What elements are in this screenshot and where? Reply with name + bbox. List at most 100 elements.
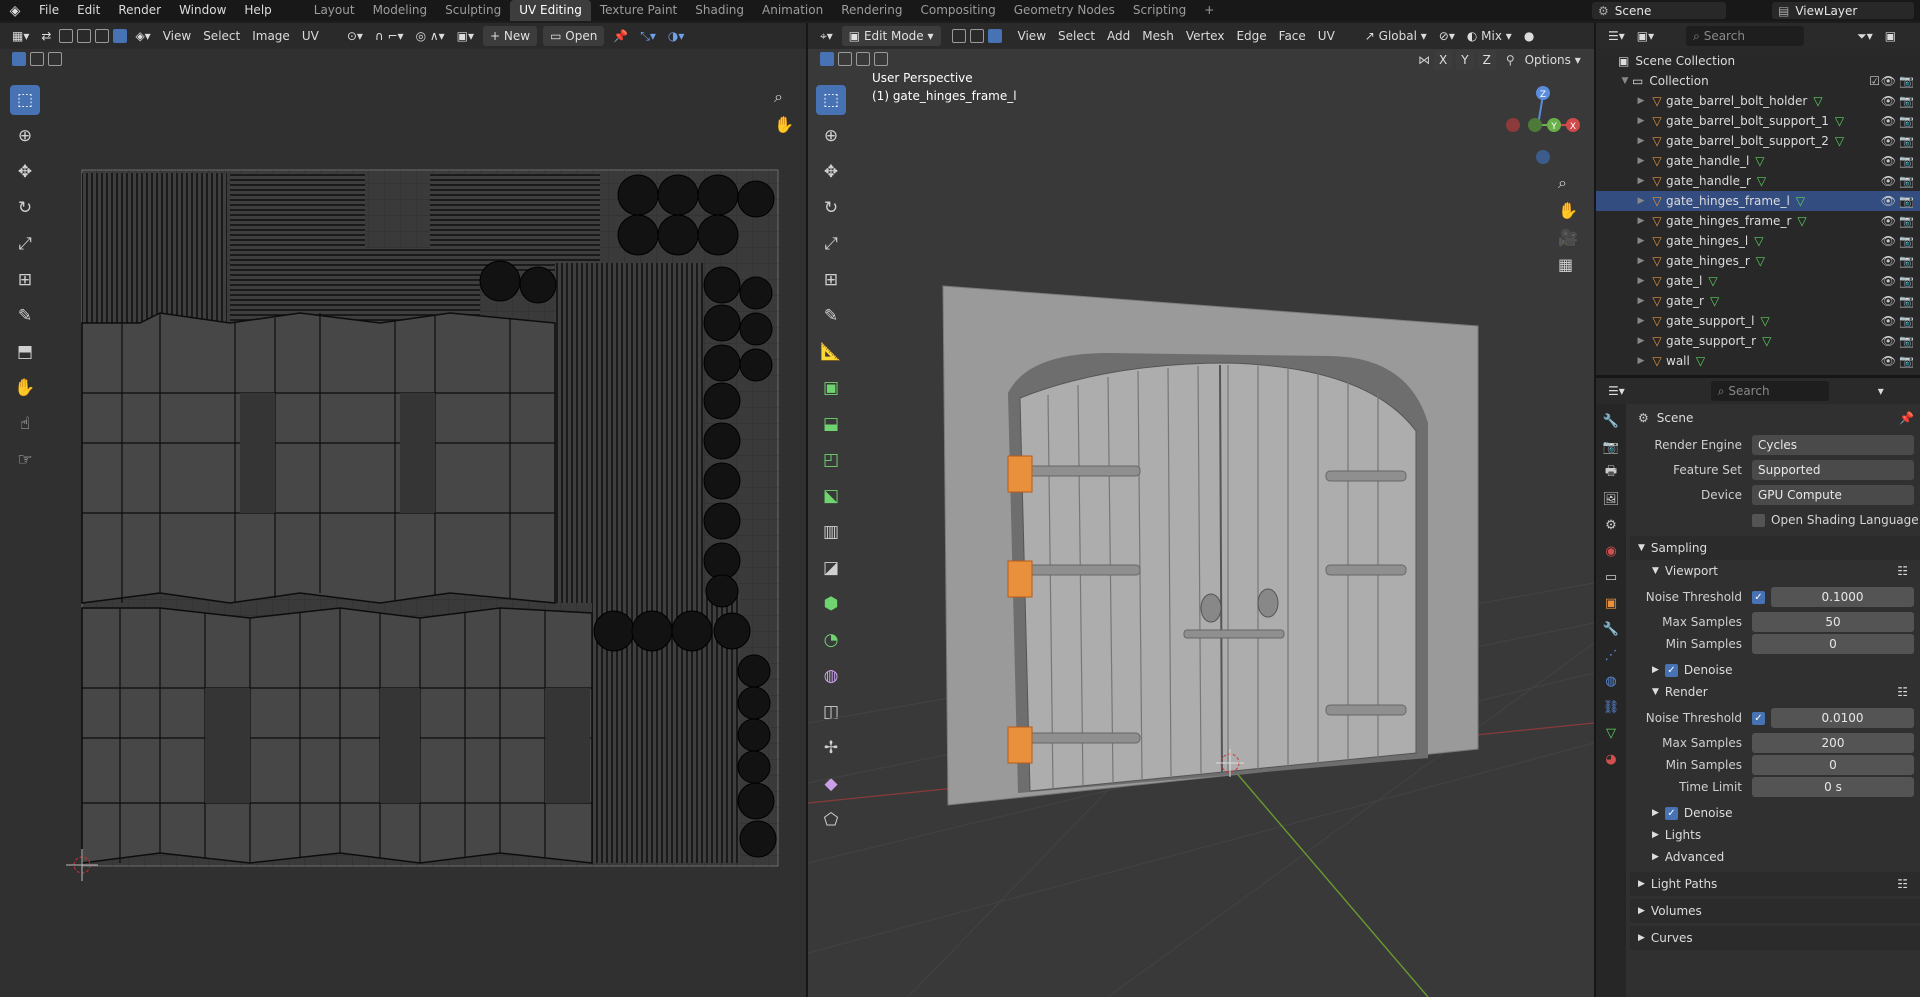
r-denoise-checkbox[interactable]: ✓ bbox=[1664, 806, 1678, 820]
eye-icon[interactable]: 👁 bbox=[1881, 174, 1896, 188]
outliner-search-input[interactable]: ⌕ Search bbox=[1686, 26, 1805, 46]
properties-editor-type-icon[interactable]: ☰▾ bbox=[1602, 381, 1631, 401]
collection-checkbox-icon[interactable]: ☑ bbox=[1869, 74, 1880, 88]
display-mode-icon[interactable]: ▣▾ bbox=[1631, 26, 1660, 46]
mesh-data-icon[interactable]: ▽ bbox=[1762, 334, 1771, 348]
outliner-object-row[interactable]: ▶ ▽ gate_handle_r ▽ 👁 📷 bbox=[1596, 171, 1920, 191]
expand-chevron-icon[interactable]: ▶ bbox=[1634, 296, 1648, 306]
menu-edit[interactable]: Edit bbox=[68, 0, 109, 21]
uv-canvas[interactable] bbox=[0, 23, 806, 997]
camera-icon[interactable]: 📷 bbox=[1899, 334, 1914, 348]
mesh-data-icon[interactable]: ▽ bbox=[1835, 134, 1844, 148]
expand-chevron-icon[interactable]: ▶ bbox=[1634, 116, 1648, 126]
tab-rendering[interactable]: Rendering bbox=[832, 0, 911, 21]
camera-icon[interactable]: 📷 bbox=[1899, 194, 1914, 208]
collection-tab-icon[interactable]: ▭ bbox=[1598, 564, 1624, 590]
outliner-object-row[interactable]: ▶ ▽ gate_support_l ▽ 👁 📷 bbox=[1596, 311, 1920, 331]
modifier-tab-icon[interactable]: 🔧 bbox=[1598, 616, 1624, 642]
expand-chevron-icon[interactable]: ▶ bbox=[1634, 316, 1648, 326]
eye-icon[interactable]: 👁 bbox=[1881, 134, 1896, 148]
mesh-data-icon[interactable]: ▽ bbox=[1710, 294, 1719, 308]
collection-expand-icon[interactable]: ▼ bbox=[1618, 76, 1632, 86]
ortho-grid-icon[interactable]: ▦ bbox=[1558, 255, 1578, 274]
camera-icon[interactable]: 📷 bbox=[1899, 174, 1914, 188]
mesh-data-icon[interactable]: ▽ bbox=[1756, 254, 1765, 268]
scene-tab-icon[interactable]: ⚙ bbox=[1598, 512, 1624, 538]
eye-icon[interactable]: 👁 bbox=[1881, 194, 1896, 208]
eye-icon[interactable]: 👁 bbox=[1881, 74, 1896, 88]
menu-help[interactable]: Help bbox=[235, 0, 280, 21]
vp-denoise-subpanel[interactable]: ▶ ✓ Denoise bbox=[1630, 659, 1920, 681]
tab-scripting[interactable]: Scripting bbox=[1124, 0, 1195, 21]
vp-noise-checkbox[interactable]: ✓ bbox=[1752, 590, 1765, 604]
vp-max-field[interactable]: 50 bbox=[1752, 612, 1914, 632]
outliner-object-row[interactable]: ▶ ▽ gate_barrel_bolt_support_1 ▽ 👁 📷 bbox=[1596, 111, 1920, 131]
camera-icon[interactable]: 📷 bbox=[1899, 254, 1914, 268]
mesh-data-icon[interactable]: ▽ bbox=[1755, 154, 1764, 168]
camera-icon[interactable]: 📷 bbox=[1899, 274, 1914, 288]
mesh-data-icon[interactable]: ▽ bbox=[1797, 214, 1806, 228]
object-tab-icon[interactable]: ▣ bbox=[1598, 590, 1624, 616]
output-tab-icon[interactable]: 🖶 bbox=[1598, 460, 1624, 486]
outliner-object-row[interactable]: ▶ ▽ gate_barrel_bolt_support_2 ▽ 👁 📷 bbox=[1596, 131, 1920, 151]
camera-icon[interactable]: 📷 bbox=[1899, 234, 1914, 248]
expand-chevron-icon[interactable]: ▶ bbox=[1634, 196, 1648, 206]
r-denoise-subpanel[interactable]: ▶ ✓ Denoise bbox=[1630, 802, 1920, 824]
mesh-data-icon[interactable]: ▽ bbox=[1708, 274, 1717, 288]
eye-icon[interactable]: 👁 bbox=[1881, 254, 1896, 268]
material-tab-icon[interactable]: ◕ bbox=[1598, 746, 1624, 772]
camera-icon[interactable]: 📷 bbox=[1899, 294, 1914, 308]
eye-icon[interactable]: 👁 bbox=[1881, 314, 1896, 328]
tab-uv-editing[interactable]: UV Editing bbox=[510, 0, 591, 21]
outliner-object-row[interactable]: ▶ ▽ gate_hinges_frame_r ▽ 👁 📷 bbox=[1596, 211, 1920, 231]
data-tab-icon[interactable]: ▽ bbox=[1598, 720, 1624, 746]
expand-chevron-icon[interactable]: ▶ bbox=[1634, 256, 1648, 266]
outliner-editor-type-icon[interactable]: ☰▾ bbox=[1602, 26, 1631, 46]
collection-row[interactable]: ▼ ▭ Collection ☑ 👁 📷 bbox=[1596, 71, 1920, 91]
scene-selector[interactable]: ⚙ Scene bbox=[1592, 2, 1726, 19]
outliner-object-row[interactable]: ▶ ▽ gate_r ▽ 👁 📷 bbox=[1596, 291, 1920, 311]
outliner-object-row[interactable]: ▶ ▽ gate_support_r ▽ 👁 📷 bbox=[1596, 331, 1920, 351]
mesh-data-icon[interactable]: ▽ bbox=[1696, 354, 1705, 368]
eye-icon[interactable]: 👁 bbox=[1881, 114, 1896, 128]
scene-collection-row[interactable]: ▣ Scene Collection bbox=[1596, 51, 1920, 71]
r-max-field[interactable]: 200 bbox=[1752, 733, 1914, 753]
tool-tab-icon[interactable]: 🔧 bbox=[1598, 408, 1624, 434]
filter-icon[interactable]: ⏷▾ bbox=[1851, 26, 1879, 46]
eye-icon[interactable]: 👁 bbox=[1881, 154, 1896, 168]
mesh-data-icon[interactable]: ▽ bbox=[1760, 314, 1769, 328]
presets-icon[interactable]: ☷ bbox=[1897, 877, 1908, 891]
expand-chevron-icon[interactable]: ▶ bbox=[1634, 236, 1648, 246]
viewport-canvas[interactable]: Z X Y bbox=[808, 23, 1594, 997]
advanced-subpanel[interactable]: ▶ Advanced bbox=[1630, 846, 1920, 868]
new-collection-icon[interactable]: ▣ bbox=[1879, 26, 1902, 46]
mesh-data-icon[interactable]: ▽ bbox=[1757, 174, 1766, 188]
expand-chevron-icon[interactable]: ▶ bbox=[1634, 216, 1648, 226]
camera-icon[interactable]: 📷 bbox=[1899, 114, 1914, 128]
pin-icon[interactable]: 📌 bbox=[1899, 411, 1914, 425]
vp-min-field[interactable]: 0 bbox=[1752, 634, 1914, 654]
mesh-data-icon[interactable]: ▽ bbox=[1754, 234, 1763, 248]
blender-logo-icon[interactable]: ◈ bbox=[0, 3, 30, 19]
r-noise-checkbox[interactable]: ✓ bbox=[1752, 711, 1765, 725]
osl-row[interactable]: Open Shading Language bbox=[1630, 510, 1920, 530]
camera-icon[interactable]: 📷 bbox=[1899, 214, 1914, 228]
feature-set-dropdown[interactable]: Supported bbox=[1752, 460, 1914, 480]
eye-icon[interactable]: 👁 bbox=[1881, 94, 1896, 108]
curves-panel[interactable]: ▶ Curves bbox=[1630, 926, 1920, 950]
expand-chevron-icon[interactable]: ▶ bbox=[1634, 336, 1648, 346]
osl-checkbox[interactable] bbox=[1752, 513, 1765, 527]
camera-icon[interactable]: 📷 bbox=[1899, 154, 1914, 168]
vp-noise-field[interactable]: 0.1000 bbox=[1771, 587, 1914, 607]
camera-icon[interactable]: 📷 bbox=[1899, 74, 1914, 88]
view-layer-tab-icon[interactable]: 🖼 bbox=[1598, 486, 1624, 512]
properties-search-input[interactable]: ⌕ Search bbox=[1710, 381, 1829, 401]
eye-icon[interactable]: 👁 bbox=[1881, 294, 1896, 308]
lights-subpanel[interactable]: ▶ Lights bbox=[1630, 824, 1920, 846]
camera-view-icon[interactable]: 🎥 bbox=[1558, 228, 1578, 247]
eye-icon[interactable]: 👁 bbox=[1881, 274, 1896, 288]
mesh-data-icon[interactable]: ▽ bbox=[1796, 194, 1805, 208]
r-time-field[interactable]: 0 s bbox=[1752, 777, 1914, 797]
render-subpanel-header[interactable]: ▼ Render ☷ bbox=[1630, 681, 1920, 703]
render-tab-icon[interactable]: 📷 bbox=[1598, 434, 1624, 460]
